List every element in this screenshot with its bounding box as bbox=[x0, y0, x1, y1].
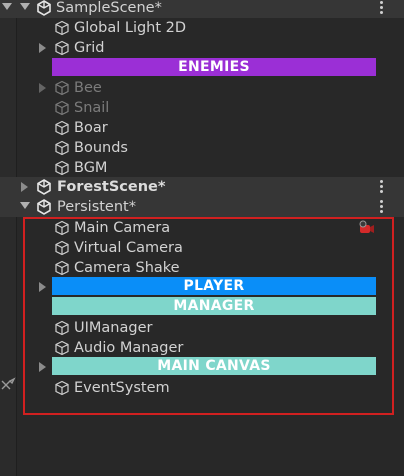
scene-row-forestscene[interactable]: ForestScene* bbox=[0, 177, 404, 197]
scene-name: SampleScene* bbox=[56, 0, 162, 16]
expand-arrow-icon[interactable] bbox=[39, 43, 46, 53]
unity-scene-icon bbox=[37, 199, 51, 215]
hierarchy-item-grid[interactable]: Grid bbox=[0, 38, 404, 58]
header-enemies[interactable]: ENEMIES bbox=[52, 58, 376, 76]
expand-arrow-icon[interactable] bbox=[21, 182, 28, 192]
kebab-menu-icon[interactable] bbox=[380, 199, 384, 215]
scene-name: Persistent* bbox=[57, 199, 136, 215]
unity-scene-icon bbox=[37, 0, 51, 16]
hierarchy-item-bgm[interactable]: BGM bbox=[0, 158, 404, 178]
item-label: Grid bbox=[74, 40, 105, 56]
foldout-arrow-icon[interactable] bbox=[20, 202, 30, 209]
scene-name: ForestScene* bbox=[57, 179, 166, 195]
item-label: Snail bbox=[74, 100, 110, 116]
foldout-arrow-icon[interactable] bbox=[20, 3, 30, 10]
cube-icon bbox=[55, 140, 69, 156]
expand-arrow-icon[interactable] bbox=[39, 83, 46, 93]
item-label: BGM bbox=[74, 160, 108, 176]
cube-icon bbox=[55, 100, 69, 116]
cube-icon bbox=[55, 40, 69, 56]
hierarchy-item-bounds[interactable]: Bounds bbox=[0, 138, 404, 158]
selection-highlight-box bbox=[23, 217, 394, 415]
item-label: Global Light 2D bbox=[74, 20, 187, 36]
cube-icon bbox=[55, 120, 69, 136]
hierarchy-item-bee[interactable]: Bee bbox=[0, 78, 404, 98]
cube-icon bbox=[55, 80, 69, 96]
item-label: Boar bbox=[74, 120, 108, 136]
collapse-arrow-icon[interactable] bbox=[2, 3, 12, 10]
hierarchy-item-snail[interactable]: Snail bbox=[0, 98, 404, 118]
unity-scene-icon bbox=[37, 179, 51, 195]
scene-row-persistent[interactable]: Persistent* bbox=[0, 197, 404, 217]
kebab-menu-icon[interactable] bbox=[380, 0, 384, 16]
item-label: Bee bbox=[74, 80, 102, 96]
kebab-menu-icon[interactable] bbox=[380, 179, 384, 195]
cube-icon bbox=[55, 160, 69, 176]
hierarchy-item-boar[interactable]: Boar bbox=[0, 118, 404, 138]
scene-row-samplescene[interactable]: SampleScene* bbox=[0, 0, 404, 18]
cube-icon bbox=[55, 20, 69, 36]
item-label: Bounds bbox=[74, 140, 128, 156]
hierarchy-item-global-light[interactable]: Global Light 2D bbox=[0, 18, 404, 38]
pickable-toggle-icon[interactable] bbox=[0, 377, 16, 395]
